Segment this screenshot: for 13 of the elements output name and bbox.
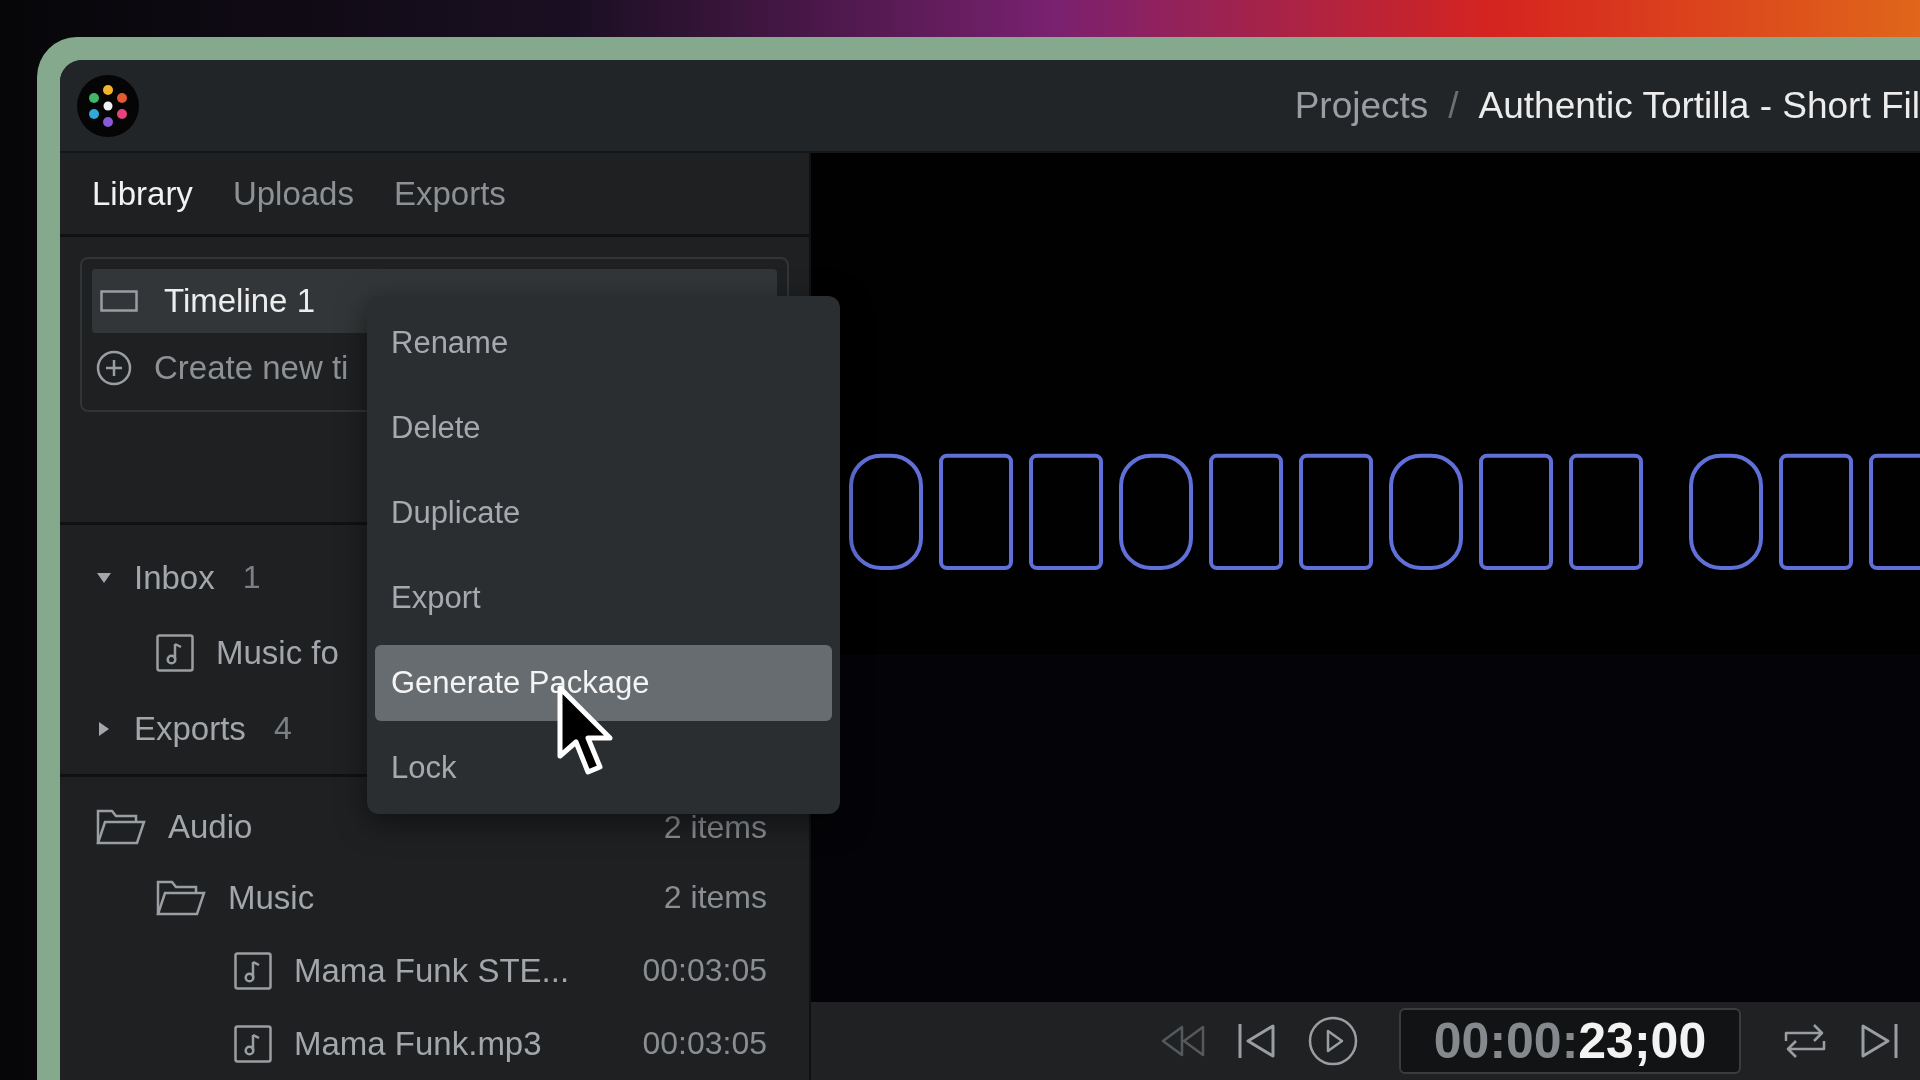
folder-name: Music bbox=[228, 878, 315, 917]
project-title: Authentic Tortilla - Short Fil bbox=[1478, 84, 1920, 127]
group-count: 4 bbox=[273, 710, 292, 748]
folder-name: Audio bbox=[168, 808, 253, 846]
group-count: 1 bbox=[242, 559, 261, 597]
file-duration: 00:03:05 bbox=[642, 952, 767, 989]
file-duration: 00:03:05 bbox=[642, 1025, 767, 1062]
breadcrumb-separator: / bbox=[1448, 84, 1459, 127]
item-count: 2 items bbox=[663, 879, 767, 916]
timecode-display: 00:00:23;00 bbox=[1399, 1008, 1741, 1074]
file-name: Mama Funk.mp3 bbox=[294, 1024, 542, 1063]
file-name: Mama Funk STE... bbox=[294, 951, 570, 990]
item-count: 2 items bbox=[663, 808, 767, 846]
